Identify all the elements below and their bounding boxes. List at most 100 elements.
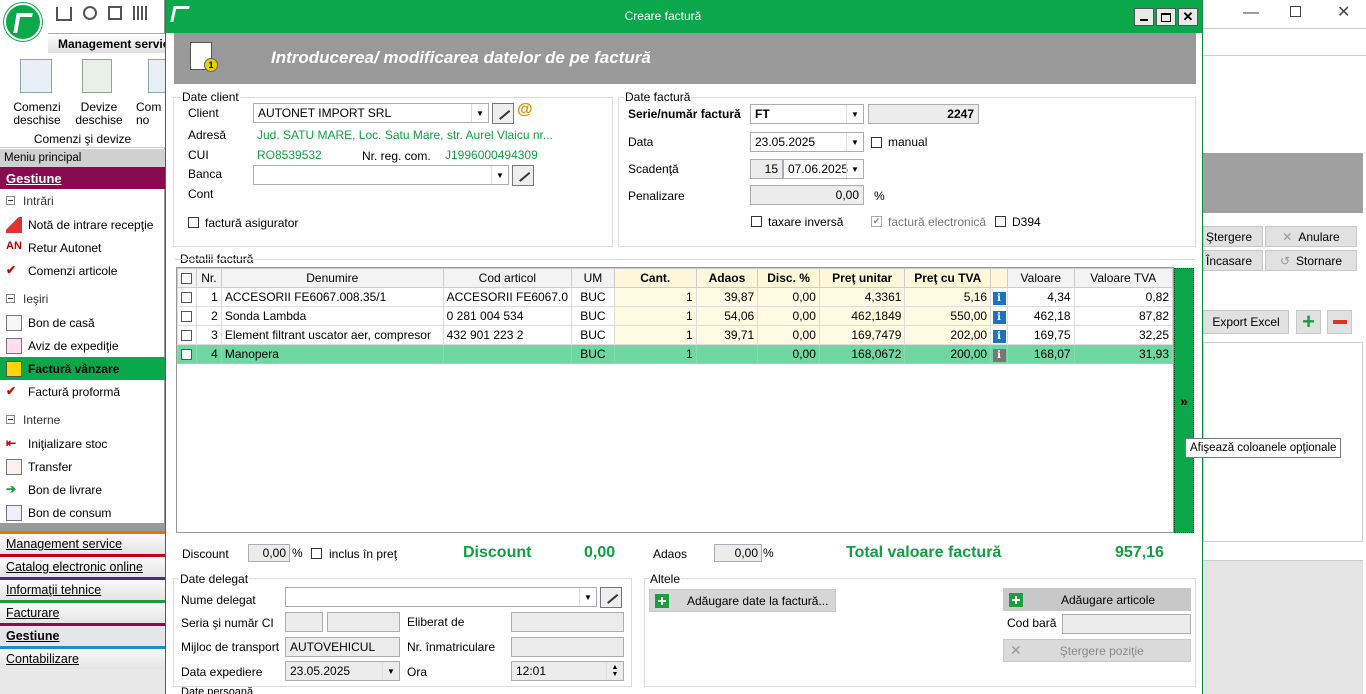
cell-disc[interactable]: 0,00 xyxy=(757,287,820,307)
table-row[interactable]: 2 Sonda Lambda 0 281 004 534 BUC 1 54,06 0,00 4… xyxy=(177,306,1173,326)
cell-cod[interactable]: 432 901 223 2 xyxy=(442,325,573,345)
restore-icon[interactable] xyxy=(1290,6,1301,17)
inmatriculare-field[interactable] xyxy=(511,637,624,657)
module-contabilizare[interactable]: Contabilizare xyxy=(0,646,165,669)
group-iesiri[interactable]: Ieşiri xyxy=(0,287,165,310)
table-row[interactable]: 4 Manopera BUC 1 0,00 168,0672 200,00 i 168,07 31… xyxy=(177,344,1173,364)
group-intrari[interactable]: Intrări xyxy=(0,189,165,212)
d394-checkbox[interactable] xyxy=(995,216,1006,227)
menu-item-comenzi-articole[interactable]: ✔ Comenzi articole xyxy=(0,259,165,282)
cell-pret-tva[interactable]: 5,16 xyxy=(904,287,992,307)
nume-delegat-combobox[interactable]: ▼ xyxy=(285,587,597,607)
info-icon[interactable]: i xyxy=(992,291,1006,305)
data-datepicker[interactable]: 23.05.2025 ▼ xyxy=(750,132,864,152)
cell-denumire[interactable]: Sonda Lambda xyxy=(220,306,444,326)
col-pret-tva[interactable]: Preţ cu TVA xyxy=(904,268,992,288)
expediere-datepicker[interactable]: 23.05.2025 ▼ xyxy=(285,661,400,681)
cell-pret-tva[interactable]: 202,00 xyxy=(904,325,992,345)
manual-checkbox[interactable] xyxy=(871,137,882,148)
cell-cant[interactable]: 1 xyxy=(613,287,697,307)
minimize-icon[interactable]: — xyxy=(1243,4,1259,22)
menu-item-bon-casa[interactable]: Bon de casă xyxy=(0,311,165,334)
cell-cod[interactable]: ACCESORII FE6067.0 xyxy=(442,287,573,307)
module-facturare[interactable]: Facturare xyxy=(0,600,165,623)
select-all-checkbox[interactable] xyxy=(177,268,197,288)
add-icon[interactable]: + xyxy=(1296,309,1321,334)
cell-pret-tva[interactable]: 550,00 xyxy=(904,306,992,326)
cell-adaos[interactable] xyxy=(695,344,759,364)
barcode-icon[interactable] xyxy=(133,6,149,20)
ribbon-btn-devize[interactable]: Devize deschise xyxy=(70,101,128,127)
numar-ci-field[interactable] xyxy=(327,612,400,632)
menu-item-transfer[interactable]: Transfer xyxy=(0,455,165,478)
info-icon[interactable]: i xyxy=(992,310,1006,324)
cell-cant[interactable]: 1 xyxy=(613,344,697,364)
chevron-down-icon[interactable]: ▼ xyxy=(846,105,863,123)
row-checkbox[interactable] xyxy=(177,287,197,307)
col-adaos[interactable]: Adaos xyxy=(695,268,759,288)
col-cant[interactable]: Cant. xyxy=(613,268,697,288)
add-date-button[interactable]: Adăugare date la factură... xyxy=(649,589,836,612)
edit-bank-icon[interactable] xyxy=(512,165,534,186)
banca-combobox[interactable]: ▼ xyxy=(253,165,509,185)
minimize-button[interactable] xyxy=(1134,8,1154,26)
table-row[interactable]: 3 Element filtrant uscator aer, compresor… xyxy=(177,325,1173,345)
cell-info[interactable]: i xyxy=(990,325,1009,345)
cell-um[interactable]: BUC xyxy=(571,344,615,364)
chevron-down-icon[interactable]: ▼ xyxy=(491,166,508,184)
row-checkbox[interactable] xyxy=(177,325,197,345)
cell-adaos[interactable]: 39,87 xyxy=(695,287,759,307)
anulare-button[interactable]: ✕ Anulare xyxy=(1265,226,1357,247)
cell-disc[interactable]: 0,00 xyxy=(757,325,820,345)
adaos-field[interactable]: 0,00 xyxy=(714,544,762,562)
table-row[interactable]: 1 ACCESORII FE6067.008.35/1 ACCESORII FE60… xyxy=(177,287,1173,307)
cell-pret[interactable]: 168,0672 xyxy=(818,344,906,364)
menu-item-aviz[interactable]: Aviz de expediţie xyxy=(0,334,165,357)
home-icon[interactable] xyxy=(56,7,72,21)
col-denumire[interactable]: Denumire xyxy=(220,268,444,288)
transport-field[interactable]: AUTOVEHICUL xyxy=(285,637,400,657)
cell-denumire[interactable]: Manopera xyxy=(220,344,444,364)
chevron-down-icon[interactable]: ▼ xyxy=(846,160,863,178)
serie-combobox[interactable]: FT ▼ xyxy=(750,104,864,124)
menu-item-bon-livrare[interactable]: ➔ Bon de livrare xyxy=(0,478,165,501)
ora-timepicker[interactable]: 12:01 ▲ ▼ xyxy=(511,661,624,681)
ribbon-tab-title[interactable]: Management service xyxy=(48,33,165,53)
col-pret[interactable]: Preţ unitar xyxy=(818,268,906,288)
stornare-button[interactable]: ↺ Stornare xyxy=(1265,250,1357,271)
menu-item-bon-consum[interactable]: Bon de consum xyxy=(0,501,165,524)
export-excel-button[interactable]: Export Excel xyxy=(1203,310,1289,334)
search-catalog-icon[interactable] xyxy=(83,6,97,20)
chevron-down-icon[interactable]: ▼ xyxy=(579,588,596,606)
row-checkbox[interactable] xyxy=(177,344,197,364)
search-doc-icon[interactable] xyxy=(108,6,122,20)
discount-field[interactable]: 0,00 xyxy=(248,544,290,562)
close-icon[interactable]: ✕ xyxy=(1337,2,1350,22)
module-management-service[interactable]: Management service xyxy=(0,531,165,554)
cell-cod[interactable] xyxy=(442,344,573,364)
info-icon[interactable]: i xyxy=(992,348,1006,362)
cell-denumire[interactable]: ACCESORII FE6067.008.35/1 xyxy=(220,287,444,307)
title-bar[interactable]: Creare factură ✕ xyxy=(166,0,1202,33)
remove-icon[interactable] xyxy=(1327,310,1352,334)
cell-um[interactable]: BUC xyxy=(571,325,615,345)
spinner-icon[interactable]: ▲ ▼ xyxy=(606,662,623,680)
eliberat-field[interactable] xyxy=(511,612,624,632)
info-icon[interactable]: i xyxy=(992,329,1006,343)
asigurator-checkbox[interactable] xyxy=(188,217,199,228)
group-interne[interactable]: Interne xyxy=(0,408,165,431)
optional-columns-button[interactable]: » xyxy=(1174,268,1194,533)
ribbon-btn-comenzi[interactable]: Comenzi deschise xyxy=(8,101,66,127)
cell-adaos[interactable]: 54,06 xyxy=(695,306,759,326)
edit-client-icon[interactable] xyxy=(492,103,514,124)
cell-denumire[interactable]: Element filtrant uscator aer, compresor xyxy=(220,325,444,345)
email-icon[interactable]: @ xyxy=(517,101,533,119)
cell-disc[interactable]: 0,00 xyxy=(757,306,820,326)
cell-disc[interactable]: 0,00 xyxy=(757,344,820,364)
edit-delegat-icon[interactable] xyxy=(600,587,622,608)
module-informatii[interactable]: Informaţii tehnice xyxy=(0,577,165,600)
col-um[interactable]: UM xyxy=(571,268,615,288)
close-button[interactable]: ✕ xyxy=(1178,8,1198,26)
col-valoare[interactable]: Valoare xyxy=(1007,268,1075,288)
scadenta-days-field[interactable]: 15 xyxy=(750,159,783,179)
